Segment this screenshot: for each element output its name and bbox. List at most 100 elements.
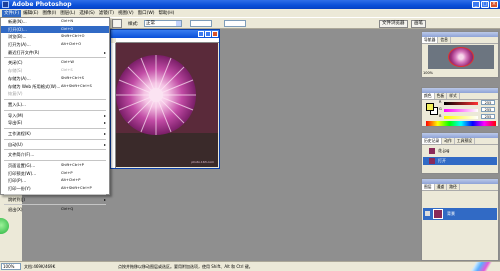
title-bar: Adobe Photoshop _ □ × xyxy=(0,0,500,9)
green-slider[interactable] xyxy=(444,109,478,112)
file-menu-item[interactable]: 打开为(A)... Alt+Ctrl+O xyxy=(1,41,109,49)
maximize-icon[interactable]: □ xyxy=(481,1,489,8)
tab-styles[interactable]: 样式 xyxy=(447,93,460,99)
red-value[interactable]: 255 xyxy=(481,100,495,105)
file-menu-item[interactable]: 导出(E) ▸ xyxy=(1,119,109,127)
file-menu-item-label: 跳转到(J) xyxy=(8,196,26,202)
file-menu-item-shortcut: Ctrl+W xyxy=(61,60,74,65)
style-label: 样式: xyxy=(128,22,139,27)
file-menu-item[interactable]: 导入(M) ▸ xyxy=(1,112,109,120)
file-menu-item-label: 自动(U) xyxy=(8,141,23,147)
file-menu-item[interactable]: 跳转到(J) ▸ xyxy=(1,196,109,204)
blue-slider[interactable] xyxy=(444,116,478,119)
zoom-field[interactable]: 100% xyxy=(1,263,21,270)
file-menu-item[interactable]: 关闭(C) Ctrl+W xyxy=(1,59,109,67)
menu-image[interactable]: 图像(I) xyxy=(40,10,58,17)
file-menu-item[interactable]: 打印一份(Y) Alt+Shift+Ctrl+P xyxy=(1,185,109,193)
navigator-thumbnail[interactable] xyxy=(428,45,494,69)
file-menu-item-label: 恢复(V) xyxy=(8,91,23,97)
menu-layer[interactable]: 图层(L) xyxy=(58,10,77,17)
status-bar: 100% 文档:469K/469K 点按并拖移以移动图层或选区。要用附加选项，使… xyxy=(0,261,500,271)
tab-paths[interactable]: 路径 xyxy=(447,184,460,190)
file-menu-item-label: 工作流程(K) xyxy=(8,130,31,136)
width-input[interactable] xyxy=(190,20,212,27)
file-menu-item-label: 存储(S) xyxy=(8,68,23,74)
tab-layers[interactable]: 图层 xyxy=(422,184,435,190)
doc-maximize-icon[interactable] xyxy=(205,31,211,37)
menu-view[interactable]: 视图(V) xyxy=(116,10,136,17)
layers-tabs: 图层 通道 路径 xyxy=(422,184,498,191)
file-menu-item-label: 打开为(A)... xyxy=(8,42,31,48)
tab-tool-presets[interactable]: 工具预设 xyxy=(455,138,475,144)
menu-select[interactable]: 选择(S) xyxy=(77,10,96,17)
file-menu-item[interactable]: 最近打开文件(R) ▸ xyxy=(1,49,109,57)
file-menu-item-shortcut: Shift+Ctrl+O xyxy=(61,34,85,39)
tab-info[interactable]: 信息 xyxy=(438,37,451,43)
menu-filter[interactable]: 滤镜(T) xyxy=(97,10,116,17)
file-menu-item[interactable]: 浏览(B)... Shift+Ctrl+O xyxy=(1,33,109,41)
foreground-color-swatch[interactable] xyxy=(426,103,434,111)
file-menu-item[interactable]: 页面设置(G)... Shift+Ctrl+P xyxy=(1,162,109,170)
file-menu-item[interactable]: 新建(N)... Ctrl+N xyxy=(1,18,109,26)
doc-close-icon[interactable] xyxy=(212,31,218,37)
menu-file[interactable]: 文件(F) xyxy=(2,9,22,17)
menu-window[interactable]: 窗口(W) xyxy=(136,10,157,17)
menu-edit[interactable]: 编辑(E) xyxy=(21,10,40,17)
flower-photo[interactable]: photo.163.com xyxy=(116,43,218,167)
file-menu-item-label: 存储为 Web 所用格式(W)... xyxy=(8,83,61,89)
tab-channels[interactable]: 通道 xyxy=(435,184,448,190)
style-select[interactable]: 正常 xyxy=(144,20,182,27)
doc-size: 文档:469K/469K xyxy=(24,264,56,269)
file-menu-item[interactable]: 置入(L)... xyxy=(1,101,109,109)
file-menu-item[interactable]: 工作流程(K) ▸ xyxy=(1,130,109,138)
color-spectrum[interactable] xyxy=(426,121,496,126)
file-menu-item-label: 打印一份(Y) xyxy=(8,186,31,192)
file-menu-item[interactable]: 打印预览(W)... Ctrl+P xyxy=(1,170,109,178)
channel-b-label: B xyxy=(439,114,442,118)
eye-icon[interactable] xyxy=(425,211,430,216)
file-menu-item[interactable]: 文件简介(F)... xyxy=(1,151,109,159)
history-panel: 历史记录 动作 工具预设 花.jpg 打开 xyxy=(421,132,499,174)
tab-brushes[interactable]: 画笔 xyxy=(411,20,426,28)
file-menu-dropdown: 新建(N)... Ctrl+N 打开(O)... Ctrl+O 浏览(B)... Shif… xyxy=(0,17,110,212)
menu-help[interactable]: 帮助(H) xyxy=(157,10,177,17)
file-menu-item-label: 退出(X) xyxy=(8,207,23,213)
file-menu-item[interactable]: 存储为 Web 所用格式(W)... Alt+Shift+Ctrl+S xyxy=(1,83,109,91)
history-state-open[interactable]: 打开 xyxy=(423,157,497,165)
file-menu-item[interactable]: 存储为(A)... Shift+Ctrl+S xyxy=(1,75,109,83)
file-menu-item-shortcut: Shift+Ctrl+S xyxy=(61,75,84,80)
file-menu-item-label: 存储为(A)... xyxy=(8,75,31,81)
height-input[interactable] xyxy=(224,20,246,27)
history-snapshot[interactable]: 花.jpg xyxy=(423,147,497,155)
file-menu-item[interactable]: 退出(X) Ctrl+Q xyxy=(1,206,109,214)
minimize-icon[interactable]: _ xyxy=(472,1,480,8)
file-menu-item[interactable]: 自动(U) ▸ xyxy=(1,141,109,149)
tab-actions[interactable]: 动作 xyxy=(442,138,455,144)
doc-minimize-icon[interactable] xyxy=(198,31,204,37)
navigator-panel: 导航器 信息 100% xyxy=(421,31,499,78)
color-tabs: 颜色 色板 样式 xyxy=(422,93,498,100)
file-menu-item-label: 新建(N)... xyxy=(8,19,27,24)
tab-navigator[interactable]: 导航器 xyxy=(422,37,439,43)
close-icon[interactable]: × xyxy=(490,1,498,8)
tab-history[interactable]: 历史记录 xyxy=(422,138,443,144)
submenu-arrow-icon: ▸ xyxy=(103,49,106,55)
document-window-controls xyxy=(198,31,218,37)
file-menu-item-shortcut: Alt+Shift+Ctrl+P xyxy=(61,186,92,191)
file-menu-item[interactable]: 打印(P)... Alt+Ctrl+P xyxy=(1,177,109,185)
file-menu-item-shortcut: Alt+Ctrl+P xyxy=(61,178,81,183)
layer-row-background[interactable]: 背景 xyxy=(423,208,497,220)
flower-image xyxy=(116,43,218,167)
tool-preset-picker[interactable] xyxy=(112,19,122,28)
tab-swatches[interactable]: 色板 xyxy=(435,93,448,99)
tab-color[interactable]: 颜色 xyxy=(422,93,435,99)
style-select-value: 正常 xyxy=(146,21,155,26)
red-slider[interactable] xyxy=(444,102,478,105)
blue-value[interactable]: 255 xyxy=(481,114,495,119)
navigator-zoom[interactable]: 100% xyxy=(423,70,497,76)
tab-file-browser[interactable]: 文件浏览器 xyxy=(379,20,408,28)
green-value[interactable]: 255 xyxy=(481,107,495,112)
view-box[interactable] xyxy=(448,47,474,67)
layer-thumbnail xyxy=(433,209,443,219)
file-menu-item[interactable]: 打开(O)... Ctrl+O xyxy=(1,25,109,34)
